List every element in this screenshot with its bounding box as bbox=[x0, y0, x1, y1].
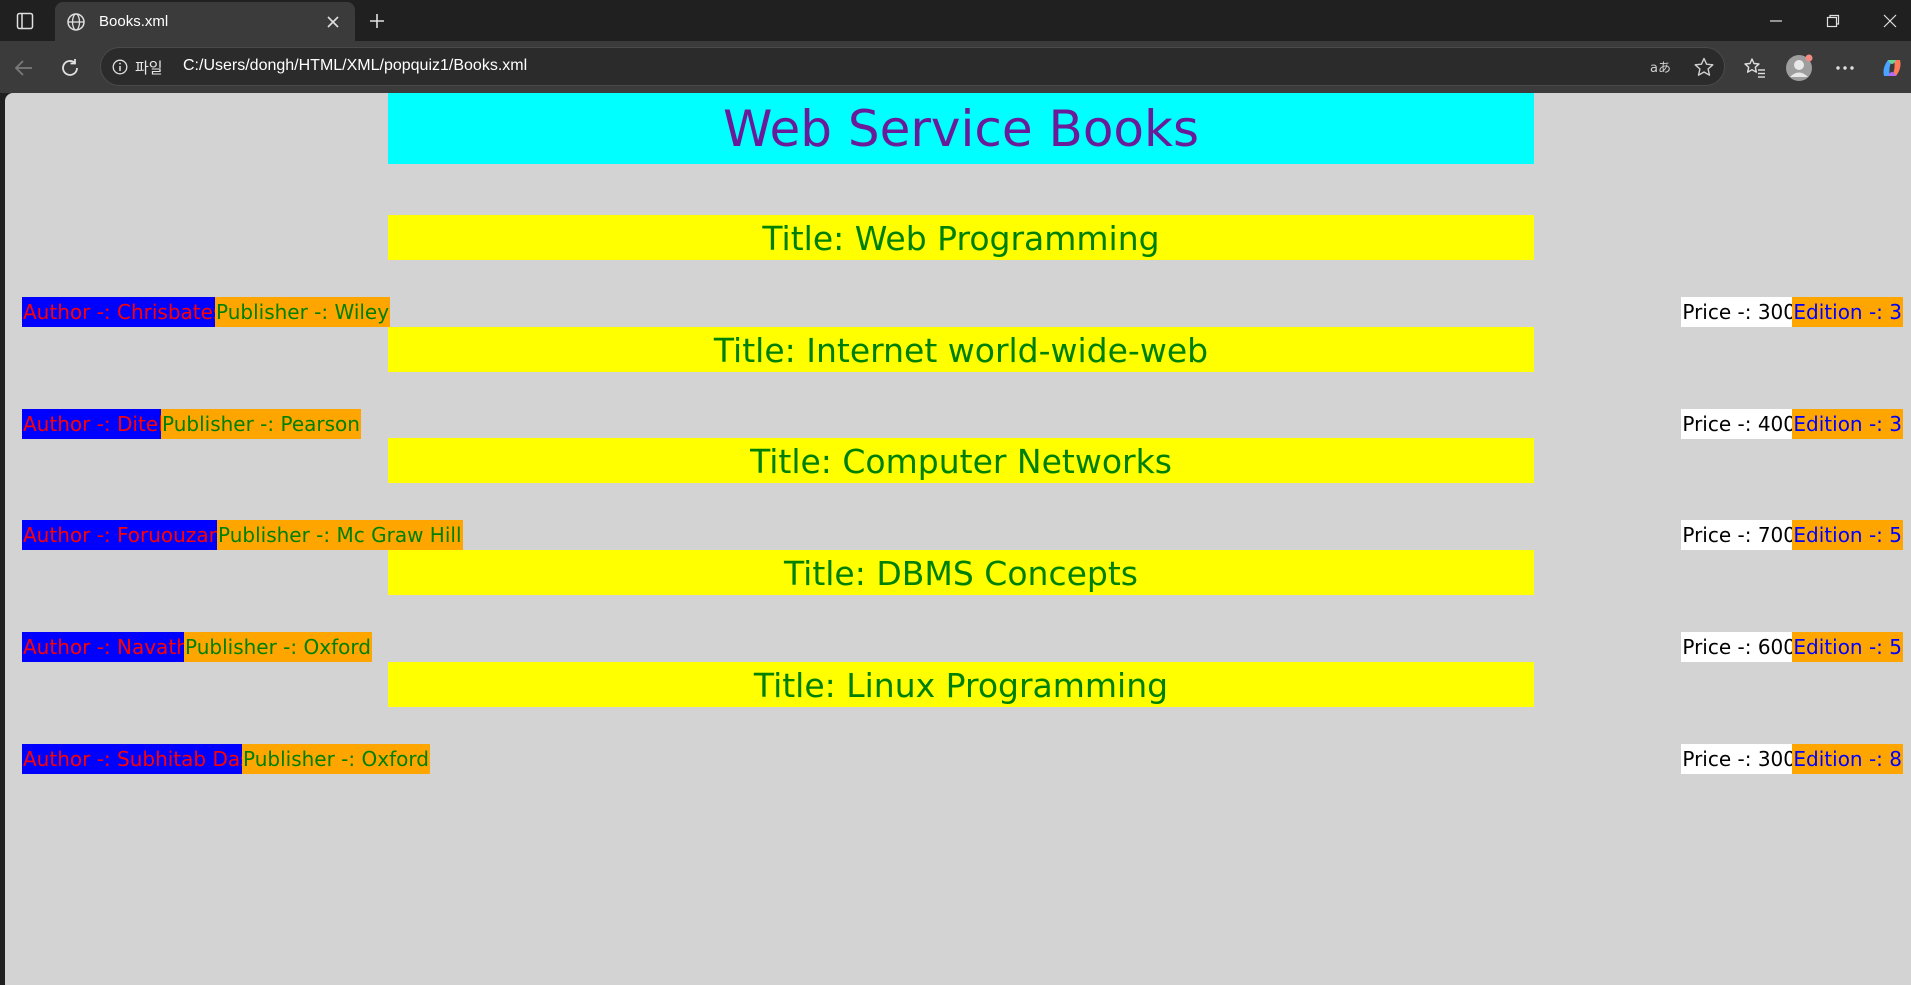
book-title: Title: DBMS Concepts bbox=[388, 550, 1534, 595]
book-publisher: Publisher -: Wiley bbox=[215, 297, 391, 327]
book-price: Price -: 300 bbox=[1681, 297, 1797, 327]
book-edition: Edition -: 3 bbox=[1792, 409, 1903, 439]
book-title: Title: Linux Programming bbox=[388, 662, 1534, 707]
browser-toolbar: 파일 C:/Users/dongh/HTML/XML/popquiz1/Book… bbox=[0, 41, 1911, 93]
book-edition: Edition -: 5 bbox=[1792, 520, 1903, 550]
page-title: Web Service Books bbox=[388, 93, 1534, 164]
refresh-icon[interactable] bbox=[56, 54, 84, 82]
tab-bar: Books.xml bbox=[0, 0, 1911, 41]
copilot-icon[interactable] bbox=[1877, 53, 1907, 83]
book-author: Author -: Subhitab Das bbox=[22, 744, 252, 774]
address-bar[interactable]: 파일 C:/Users/dongh/HTML/XML/popquiz1/Book… bbox=[100, 47, 1725, 86]
book-title: Title: Web Programming bbox=[388, 215, 1534, 260]
book-publisher: Publisher -: Oxford bbox=[242, 744, 430, 774]
minimize-icon[interactable] bbox=[1756, 6, 1796, 36]
close-window-icon[interactable] bbox=[1870, 6, 1910, 36]
more-options-icon[interactable] bbox=[1830, 53, 1860, 83]
info-icon[interactable] bbox=[111, 58, 129, 76]
favorite-star-icon[interactable] bbox=[1693, 56, 1715, 78]
new-tab-icon[interactable] bbox=[364, 8, 390, 34]
active-tab[interactable]: Books.xml bbox=[55, 2, 355, 41]
book-price: Price -: 700 bbox=[1681, 520, 1797, 550]
book-title: Title: Internet world-wide-web bbox=[388, 327, 1534, 372]
book-edition: Edition -: 5 bbox=[1792, 632, 1903, 662]
book-edition: Edition -: 8 bbox=[1792, 744, 1903, 774]
profile-avatar-icon[interactable] bbox=[1784, 53, 1814, 83]
restore-icon[interactable] bbox=[1813, 6, 1853, 36]
svg-text:aあ: aあ bbox=[1650, 61, 1671, 76]
book-publisher: Publisher -: Oxford bbox=[184, 632, 372, 662]
book-price: Price -: 400 bbox=[1681, 409, 1797, 439]
back-icon[interactable] bbox=[10, 54, 38, 82]
book-price: Price -: 600 bbox=[1681, 632, 1797, 662]
book-title: Title: Computer Networks bbox=[388, 438, 1534, 483]
favorites-icon[interactable] bbox=[1740, 53, 1770, 83]
book-author: Author -: Ditel bbox=[22, 409, 165, 439]
page-viewport: Web Service Books Title: Web Programming… bbox=[5, 93, 1911, 985]
tab-title: Books.xml bbox=[99, 13, 169, 30]
book-publisher: Publisher -: Pearson bbox=[161, 409, 361, 439]
file-scheme-label: 파일 bbox=[135, 59, 163, 77]
book-edition: Edition -: 3 bbox=[1792, 297, 1903, 327]
url-text[interactable]: C:/Users/dongh/HTML/XML/popquiz1/Books.x… bbox=[183, 57, 527, 75]
book-author: Author -: Foruouzan bbox=[22, 520, 223, 550]
globe-icon bbox=[65, 11, 87, 33]
close-tab-icon[interactable] bbox=[321, 10, 345, 34]
book-publisher: Publisher -: Mc Graw Hill bbox=[217, 520, 463, 550]
tab-actions-icon[interactable] bbox=[10, 8, 40, 34]
book-author: Author -: Navath bbox=[22, 632, 190, 662]
read-aloud-translate-icon[interactable]: aあ bbox=[1649, 56, 1671, 78]
book-price: Price -: 300 bbox=[1681, 744, 1797, 774]
book-author: Author -: Chrisbates bbox=[22, 297, 225, 327]
